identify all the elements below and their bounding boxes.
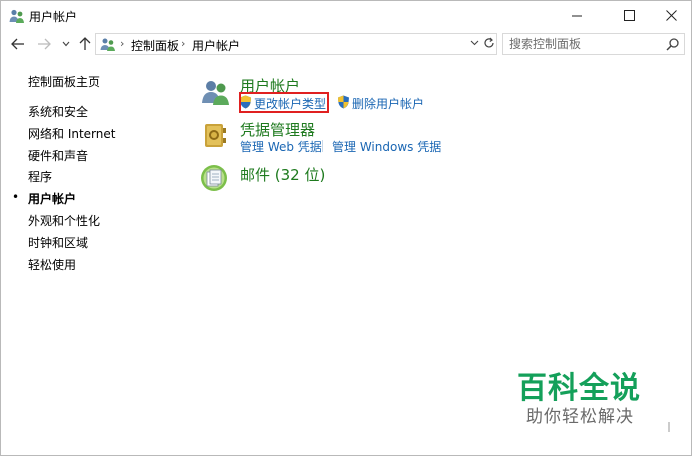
category-title-mail[interactable]: 邮件 (32 位) [240,164,325,185]
close-button[interactable] [648,1,692,30]
navigation-bar: › 控制面板 › 用户帐户 [1,31,691,57]
breadcrumb-user-accounts[interactable]: 用户帐户 [192,37,240,54]
refresh-button[interactable] [481,34,497,52]
uac-shield-icon [338,95,349,109]
maximize-button[interactable] [606,1,652,30]
back-button[interactable] [8,34,28,54]
sidebar-item-user-accounts: 用户帐户 [28,192,77,206]
mail-icon[interactable] [199,163,229,193]
search-icon[interactable] [666,37,680,51]
minimize-button[interactable] [554,1,600,30]
resize-grip-icon [668,422,670,432]
control-panel-home-link[interactable]: 控制面板主页 [28,73,100,90]
forward-button[interactable] [34,34,54,54]
link-separator [322,140,323,152]
maximize-icon [623,10,635,21]
highlight-annotation-box [239,92,329,113]
recent-locations-button[interactable] [59,34,73,54]
minimize-icon [571,15,582,17]
sidebar-item-system-security[interactable]: 系统和安全 [28,103,88,120]
watermark-title: 百科全说 [517,371,641,406]
breadcrumb-separator[interactable]: › [120,37,124,50]
back-arrow-icon [11,38,24,50]
up-button[interactable] [75,34,95,54]
user-accounts-icon [100,38,115,51]
sidebar-item-programs[interactable]: 程序 [28,168,52,185]
breadcrumb-separator[interactable]: › [181,37,185,50]
current-item-bullet: • [12,190,20,204]
delete-user-account-link[interactable]: 删除用户帐户 [352,95,424,112]
watermark-subtitle: 助你轻松解决 [526,407,634,427]
window-title: 用户帐户 [29,10,78,24]
sidebar-item-ease-of-access[interactable]: 轻松使用 [28,256,76,273]
forward-arrow-icon [38,38,51,50]
refresh-icon [484,37,494,48]
sidebar-item-hardware-sound[interactable]: 硬件和声音 [28,147,88,164]
search-input[interactable] [503,34,663,54]
sidebar-item-network-internet[interactable]: 网络和 Internet [28,125,115,142]
breadcrumb-control-panel[interactable]: 控制面板 [131,37,179,54]
credential-vault-icon[interactable] [200,120,230,150]
chevron-down-icon [470,40,478,46]
user-accounts-icon [9,9,24,23]
title-bar: 用户帐户 [1,1,691,31]
up-arrow-icon [79,37,91,50]
manage-web-credentials-link[interactable]: 管理 Web 凭据 [240,138,322,155]
address-dropdown-button[interactable] [467,34,481,52]
user-accounts-icon[interactable] [201,77,231,107]
search-box [502,33,685,55]
manage-windows-credentials-link[interactable]: 管理 Windows 凭据 [332,138,441,155]
sidebar-item-appearance[interactable]: 外观和个性化 [28,212,100,229]
chevron-down-icon [62,41,70,47]
control-panel-window: 用户帐户 › 控制面板 › 用户帐户 搜索控制面板 控制面板主页 系统和安全 网… [0,0,692,456]
sidebar-item-clock-region[interactable]: 时钟和区域 [28,234,88,251]
category-title-credential-manager[interactable]: 凭据管理器 [240,119,315,140]
close-icon [665,10,677,21]
address-bar[interactable]: › 控制面板 › 用户帐户 [95,33,497,55]
